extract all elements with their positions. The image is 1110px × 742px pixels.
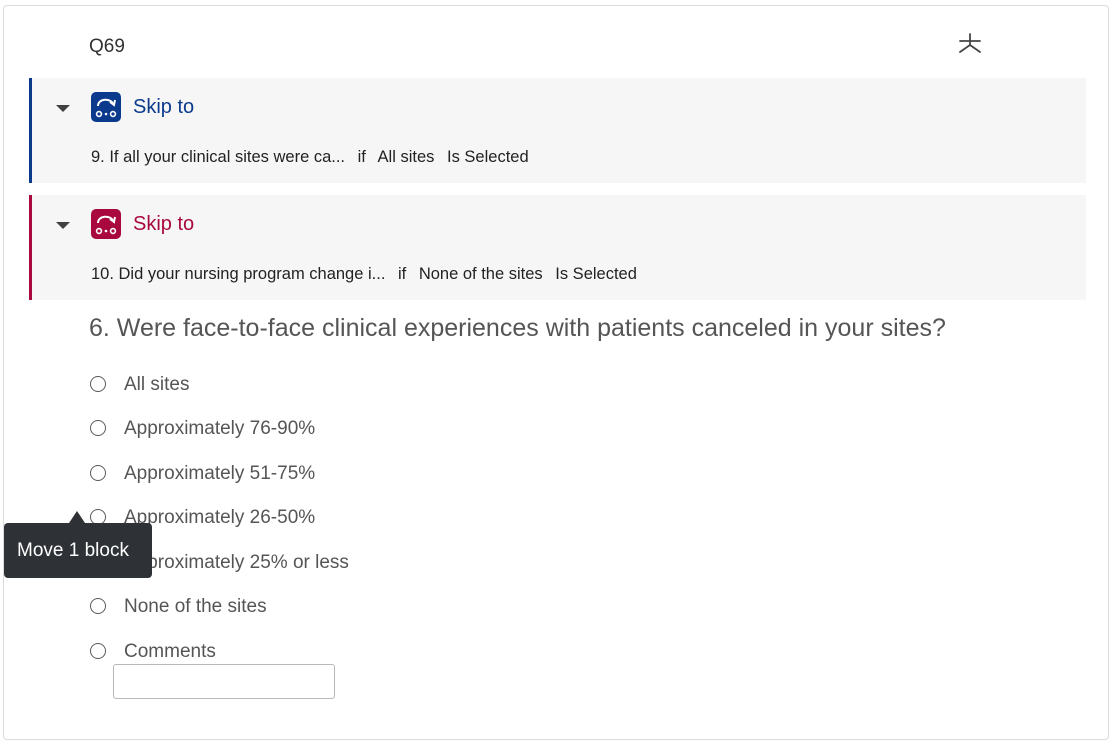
logic-condition: 10. Did your nursing program change i...… bbox=[91, 265, 645, 284]
tooltip-arrow bbox=[69, 511, 85, 523]
skip-to-label: Skip to bbox=[133, 213, 195, 235]
comments-text-input[interactable] bbox=[113, 664, 335, 699]
skip-logic-icon bbox=[91, 92, 121, 122]
skip-logic-icon bbox=[91, 209, 121, 239]
logic-if: if bbox=[398, 265, 407, 283]
logic-target[interactable]: 10. Did your nursing program change i... bbox=[91, 265, 385, 283]
skip-logic-block-2[interactable]: Skip to 10. Did your nursing program cha… bbox=[29, 195, 1086, 300]
question-id-label: Q69 bbox=[89, 36, 125, 57]
caret-down-icon[interactable] bbox=[56, 105, 70, 112]
logic-operator[interactable]: Is Selected bbox=[555, 265, 637, 283]
choice-label: Approximately 25% or less bbox=[124, 552, 349, 573]
logic-if: if bbox=[357, 148, 366, 166]
radio-button[interactable] bbox=[90, 465, 106, 481]
radio-button[interactable] bbox=[90, 376, 106, 392]
caret-down-icon[interactable] bbox=[56, 222, 70, 229]
logic-condition: 9. If all your clinical sites were ca...… bbox=[91, 148, 537, 167]
choice-label: Approximately 51-75% bbox=[124, 463, 316, 484]
logic-target[interactable]: 9. If all your clinical sites were ca... bbox=[91, 148, 345, 166]
skip-logic-block-1[interactable]: Skip to 9. If all your clinical sites we… bbox=[29, 78, 1086, 183]
radio-button[interactable] bbox=[90, 598, 106, 614]
choice-label: Approximately 76-90% bbox=[124, 418, 316, 439]
move-block-tooltip: Move 1 block bbox=[4, 523, 152, 578]
asterisk-star-icon[interactable] bbox=[955, 30, 985, 60]
logic-operator[interactable]: Is Selected bbox=[447, 148, 529, 166]
skip-to-label: Skip to bbox=[133, 96, 195, 118]
choice-label: None of the sites bbox=[124, 596, 267, 617]
logic-choice[interactable]: All sites bbox=[378, 148, 435, 166]
choice-label: Comments bbox=[124, 641, 216, 662]
question-text: 6. Were face-to-face clinical experience… bbox=[89, 314, 946, 342]
radio-button[interactable] bbox=[90, 420, 106, 436]
choice-label: Approximately 26-50% bbox=[124, 507, 316, 528]
logic-choice[interactable]: None of the sites bbox=[419, 265, 543, 283]
choice-label: All sites bbox=[124, 374, 190, 395]
radio-button[interactable] bbox=[90, 643, 106, 659]
